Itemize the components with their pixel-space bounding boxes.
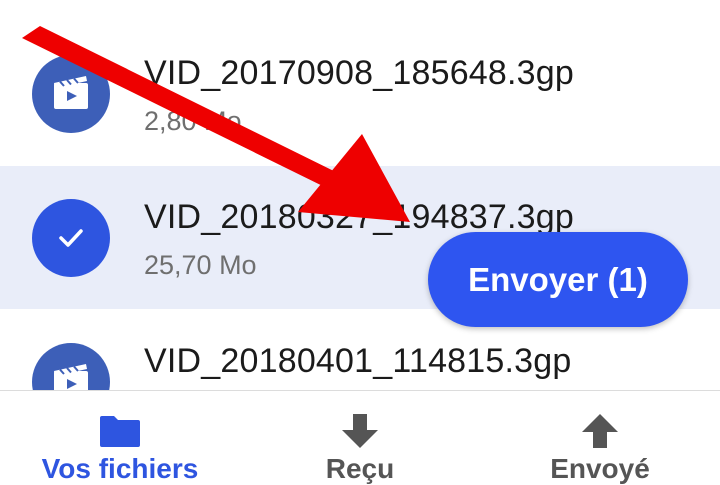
upload-arrow-icon bbox=[578, 413, 622, 449]
nav-label: Envoyé bbox=[550, 453, 650, 484]
folder-icon bbox=[98, 413, 142, 449]
download-arrow-icon bbox=[338, 413, 382, 449]
file-size: 2,80 Mo bbox=[144, 106, 242, 136]
nav-tab-sent[interactable]: Envoyé bbox=[500, 391, 700, 485]
video-icon bbox=[32, 343, 110, 390]
file-list: VID_20170908_185648.3gp 2,80 Mo VID_2018… bbox=[0, 0, 720, 390]
nav-tab-received[interactable]: Reçu bbox=[260, 391, 460, 485]
file-row[interactable]: VID_20170908_185648.3gp 2,80 Mo bbox=[0, 22, 720, 165]
file-name: VID_20180401_114815.3gp bbox=[144, 342, 572, 380]
bottom-navigation: Vos fichiers Reçu Envoyé bbox=[0, 390, 720, 485]
check-icon[interactable] bbox=[32, 199, 110, 277]
file-size: 25,70 Mo bbox=[144, 250, 257, 280]
send-button[interactable]: Envoyer (1) bbox=[428, 232, 688, 327]
nav-label: Vos fichiers bbox=[41, 453, 199, 484]
nav-tab-your-files[interactable]: Vos fichiers bbox=[20, 391, 220, 485]
nav-label: Reçu bbox=[325, 453, 395, 484]
video-icon bbox=[32, 55, 110, 133]
app-screen: VID_20170908_185648.3gp 2,80 Mo VID_2018… bbox=[0, 0, 720, 485]
file-name: VID_20170908_185648.3gp bbox=[144, 54, 574, 92]
